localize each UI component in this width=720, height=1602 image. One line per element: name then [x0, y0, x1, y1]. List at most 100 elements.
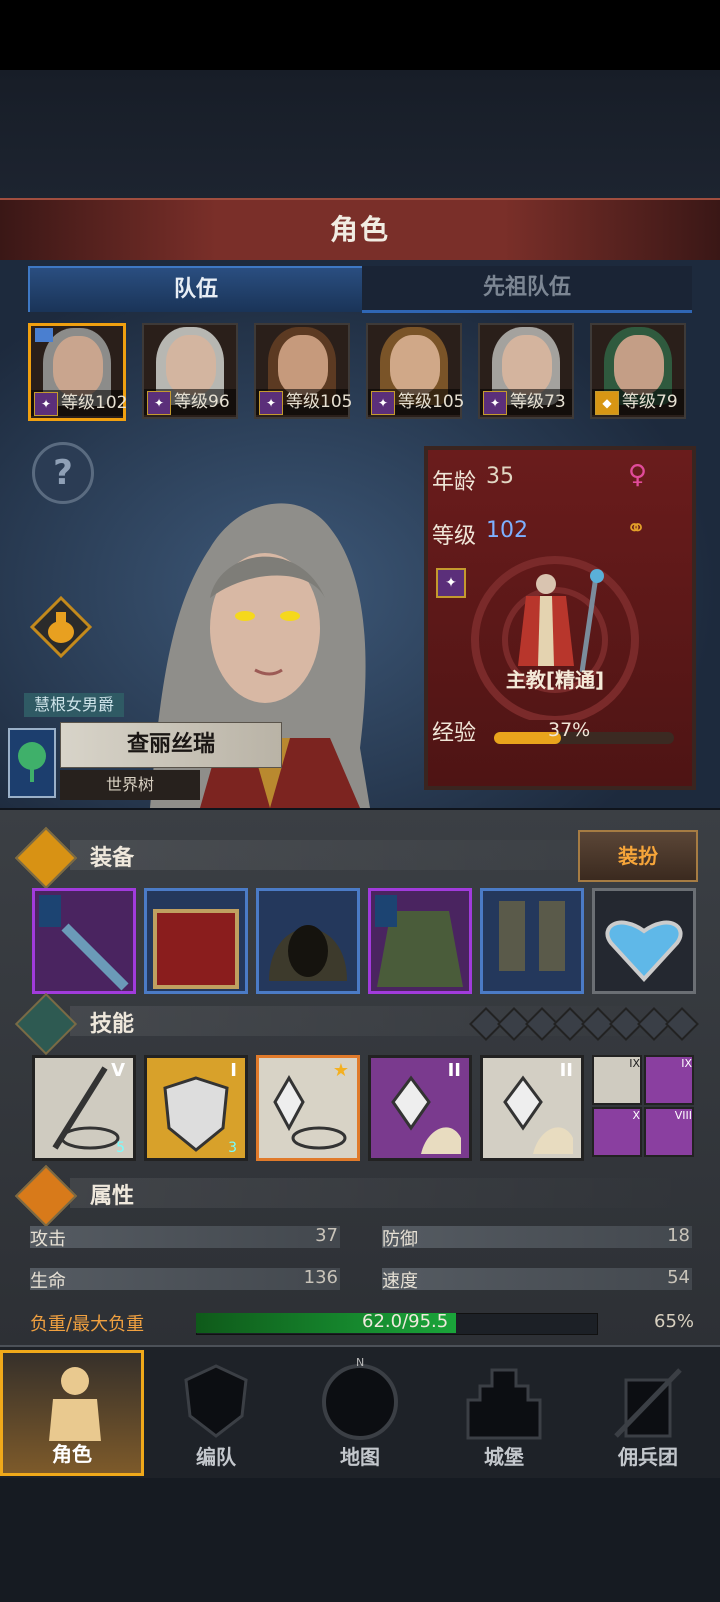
bottom-backdrop [0, 1478, 720, 1602]
boots-icon [499, 901, 565, 971]
passive-skill-1[interactable]: IX [592, 1055, 642, 1105]
skill-slot-3[interactable]: ★ [256, 1055, 360, 1161]
knight-icon [49, 1367, 101, 1441]
party-portrait-3[interactable]: ✦ 等级105 [254, 323, 352, 419]
amulet-icon [605, 920, 683, 982]
level-text: 等级105 [398, 392, 465, 412]
party-portrait-6[interactable]: ◆ 等级79 [590, 323, 686, 419]
skill-badge: 3 [228, 1140, 237, 1156]
speed-value: 54 [667, 1267, 690, 1288]
nav-label: 角色 [52, 1442, 92, 1466]
weight-value: 62.0/95.5 [362, 1311, 449, 1332]
hood-icon [269, 925, 347, 981]
level-text: 等级105 [286, 392, 353, 412]
staff-class-icon: ✦ [371, 391, 395, 415]
tab-party[interactable]: 队伍 [28, 266, 364, 312]
face [278, 335, 328, 395]
book-icon [153, 909, 239, 989]
staff-class-icon: ✦ [436, 568, 466, 598]
house-banner-icon [8, 728, 56, 798]
face [502, 335, 552, 395]
house-name: 世界树 [60, 770, 200, 800]
staff-class-icon: ✦ [259, 391, 283, 415]
party-level-badge: ✦ 等级105 [256, 389, 352, 415]
noble-title: 慧根女男爵 [24, 693, 125, 717]
nav-label: 编队 [196, 1445, 236, 1469]
age-value: 35 [486, 464, 514, 489]
staff-class-icon: ✦ [147, 391, 171, 415]
party-portrait-4[interactable]: ✦ 等级105 [366, 323, 465, 419]
potion-icon[interactable] [30, 596, 92, 658]
compass-icon: N [322, 1356, 398, 1440]
skill-rank: ★ [332, 1060, 349, 1081]
tab-ancestor-party[interactable]: 先祖队伍 [362, 266, 692, 313]
level-text: 等级73 [510, 392, 566, 412]
castle-icon [466, 1368, 542, 1440]
equipment-label: 装备 [90, 846, 135, 871]
level-label: 等级 [432, 524, 477, 549]
staff-class-icon: ✦ [34, 392, 58, 416]
face [390, 335, 440, 395]
hp-value: 136 [303, 1267, 338, 1288]
skills-label: 技能 [90, 1012, 135, 1037]
skill-slot-5[interactable]: II [480, 1055, 584, 1161]
status-bar [0, 0, 720, 70]
skill-rank: V [111, 1060, 125, 1081]
face [614, 335, 664, 395]
nav-label: 地图 [340, 1445, 380, 1469]
skill-badge: 5 [116, 1140, 125, 1156]
bishop-figure [518, 569, 604, 673]
staff-icon [39, 895, 129, 991]
passive-rank: X [632, 1109, 640, 1122]
defense-value: 18 [667, 1225, 690, 1246]
shield-class-icon: ◆ [595, 391, 619, 415]
equipment-slot-offhand[interactable] [144, 888, 248, 994]
shield-sword-icon [184, 1364, 248, 1438]
level-text: 等级79 [622, 392, 678, 412]
skill-slot-4[interactable]: II [368, 1055, 472, 1161]
passive-skill-3[interactable]: X [592, 1107, 642, 1157]
equipment-slot-head[interactable] [256, 888, 360, 994]
party-level-badge: ✦ 等级96 [144, 389, 236, 415]
defense-label: 防御 [382, 1229, 418, 1250]
passive-rank: IX [629, 1057, 640, 1070]
level-text: 等级96 [174, 392, 230, 412]
skill-rank: II [559, 1060, 573, 1081]
leader-flag-icon [35, 328, 53, 342]
face [166, 335, 216, 395]
nav-map[interactable]: N 地图 [288, 1350, 432, 1476]
passive-skill-4[interactable]: VIII [644, 1107, 694, 1157]
party-level-badge: ✦ 等级102 [31, 390, 127, 416]
staff-class-icon: ✦ [483, 391, 507, 415]
hp-label: 生命 [30, 1271, 66, 1292]
passive-skill-2[interactable]: IX [644, 1055, 694, 1105]
female-icon: ♀ [628, 460, 648, 490]
equipment-slot-body[interactable] [368, 888, 472, 994]
passive-rank: VIII [674, 1109, 692, 1122]
equipment-slot-weapon[interactable] [32, 888, 136, 994]
section-bar [70, 1178, 690, 1208]
nav-mercenary[interactable]: 佣兵团 [576, 1350, 720, 1476]
party-level-badge: ◆ 等级79 [592, 389, 684, 415]
skill-rank: II [447, 1060, 461, 1081]
weight-percent: 65% [654, 1311, 695, 1332]
skill-slot-2[interactable]: I 3 [144, 1055, 248, 1161]
weight-label: 负重/最大负重 [30, 1314, 145, 1335]
speed-label: 速度 [382, 1271, 418, 1292]
nav-formation[interactable]: 编队 [144, 1350, 288, 1476]
equipment-slot-accessory[interactable] [592, 888, 696, 994]
attack-value: 37 [315, 1225, 338, 1246]
party-portrait-1[interactable]: ✦ 等级102 [28, 323, 127, 421]
party-portrait-5[interactable]: ✦ 等级73 [478, 323, 574, 419]
help-button[interactable]: ? [32, 442, 94, 504]
top-backdrop [0, 70, 720, 198]
party-portrait-2[interactable]: ✦ 等级96 [142, 323, 238, 419]
attributes-label: 属性 [90, 1184, 135, 1209]
equipment-slot-feet[interactable] [480, 888, 584, 994]
skill-slot-1[interactable]: V 5 [32, 1055, 136, 1161]
character-name[interactable]: 查丽丝瑞 [60, 722, 282, 768]
nav-character[interactable]: 角色 [0, 1350, 144, 1476]
dress-up-button[interactable]: 装扮 [578, 830, 698, 882]
nav-castle[interactable]: 城堡 [432, 1350, 576, 1476]
party-level-badge: ✦ 等级73 [480, 389, 572, 415]
